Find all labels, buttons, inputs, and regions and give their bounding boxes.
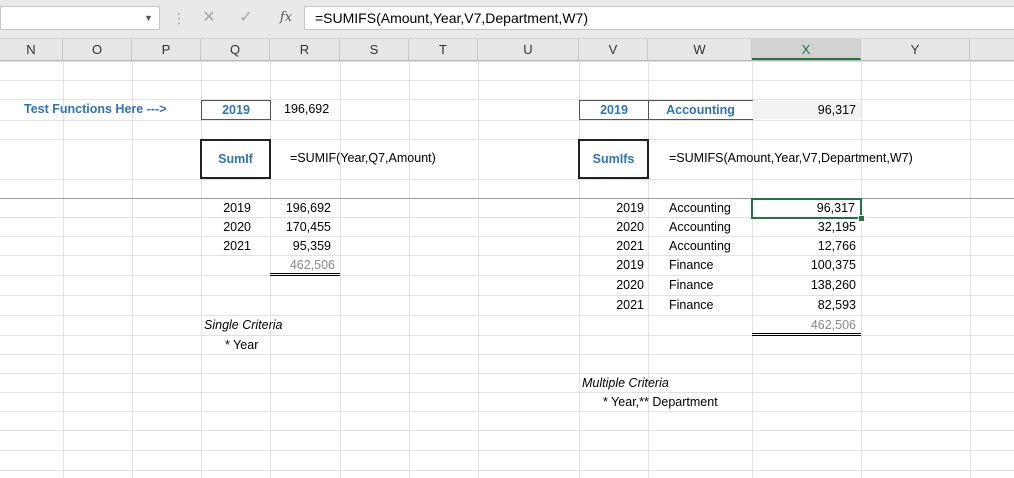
column-header-t[interactable]: T (409, 39, 478, 60)
sumifs-year-cell[interactable]: 2020 (579, 218, 649, 237)
column-header-r[interactable]: R (270, 39, 340, 60)
sumifs-department-input[interactable]: Accounting (648, 100, 753, 120)
column-header-v[interactable]: V (579, 39, 648, 60)
formula-input[interactable]: =SUMIFS(Amount,Year,V7,Department,W7) (304, 6, 1014, 30)
gridline (0, 373, 1014, 374)
single-criteria-detail[interactable]: * Year (221, 336, 321, 355)
sumifs-amount-cell[interactable]: 32,195 (752, 218, 861, 237)
gridline (478, 61, 479, 478)
multiple-criteria-detail[interactable]: * Year,** Department (599, 393, 779, 412)
single-criteria-note[interactable]: Single Criteria (200, 316, 330, 335)
sumifs-amount-cell[interactable]: 12,766 (752, 237, 861, 256)
gridline (0, 61, 1014, 62)
sumifs-result-cell[interactable]: 96,317 (752, 101, 861, 119)
sumif-total-cell[interactable]: 462,506 (270, 256, 340, 276)
enter-icon[interactable]: ✓ (236, 8, 256, 28)
column-header-o[interactable]: O (63, 39, 132, 60)
gridline (340, 61, 341, 478)
sumif-amount-cell[interactable]: 196,692 (270, 199, 336, 218)
gridline (132, 61, 133, 478)
sumif-year-cell[interactable]: 2019 (201, 199, 256, 218)
gridline (0, 411, 1014, 412)
sumifs-year-cell[interactable]: 2021 (579, 296, 649, 315)
gridline (0, 295, 1014, 296)
sumifs-amount-cell-selected[interactable]: 96,317 (751, 198, 862, 219)
sumif-year-cell[interactable]: 2020 (201, 218, 256, 237)
gridline (0, 139, 1014, 140)
gridline (0, 80, 1014, 81)
sumifs-formula-text[interactable]: =SUMIFS(Amount,Year,V7,Department,W7) (665, 149, 965, 168)
sumifs-dept-cell[interactable]: Accounting (665, 237, 755, 256)
gridline (0, 315, 1014, 316)
column-header-u[interactable]: U (478, 39, 579, 60)
column-headers: N O P Q R S T U V W X Y (0, 39, 1014, 61)
test-functions-label[interactable]: Test Functions Here ---> (24, 100, 200, 119)
gridline (0, 236, 1014, 237)
sumifs-year-cell[interactable]: 2021 (579, 237, 649, 256)
sumifs-amount-cell[interactable]: 100,375 (752, 256, 861, 275)
sumif-year-input[interactable]: 2019 (201, 100, 271, 120)
sumifs-dept-cell[interactable]: Finance (665, 276, 755, 295)
cancel-icon[interactable]: ✕ (199, 8, 219, 28)
gridline (0, 335, 1014, 336)
sumifs-dept-cell[interactable]: Accounting (665, 199, 755, 218)
sumifs-year-cell[interactable]: 2020 (579, 276, 649, 295)
formula-bar: ▼ ⋮ ✕ ✓ fx =SUMIFS(Amount,Year,V7,Depart… (0, 0, 1014, 39)
gridline (0, 255, 1014, 256)
name-box[interactable]: ▼ (0, 6, 160, 30)
worksheet-grid[interactable]: Test Functions Here ---> 2019 196,692 20… (0, 61, 1014, 478)
name-box-dropdown-icon[interactable]: ▼ (144, 13, 153, 23)
sumif-label-box[interactable]: SumIf (200, 139, 271, 179)
gridline (409, 61, 410, 478)
gridline (0, 120, 1014, 121)
insert-function-button[interactable]: fx (276, 8, 296, 28)
formula-bar-grip-icon[interactable]: ⋮ (172, 8, 186, 28)
sumifs-dept-cell[interactable]: Finance (665, 256, 755, 275)
sumifs-year-cell[interactable]: 2019 (579, 256, 649, 275)
sumifs-label-box[interactable]: SumIfs (578, 139, 649, 179)
sumifs-amount-cell[interactable]: 82,593 (752, 296, 861, 315)
gridline (201, 61, 202, 478)
sumifs-dept-cell[interactable]: Accounting (665, 218, 755, 237)
sumifs-total-cell[interactable]: 462,506 (752, 316, 861, 336)
sumif-result-cell[interactable]: 196,692 (280, 100, 340, 119)
column-header-n[interactable]: N (0, 39, 63, 60)
column-header-q[interactable]: Q (201, 39, 270, 60)
column-header-y[interactable]: Y (861, 39, 970, 60)
column-header-w[interactable]: W (648, 39, 752, 60)
column-header-x[interactable]: X (752, 39, 861, 60)
sumifs-year-input[interactable]: 2019 (579, 100, 649, 120)
gridline (63, 61, 64, 478)
sumifs-year-cell[interactable]: 2019 (579, 199, 649, 218)
sumif-year-cell[interactable]: 2021 (201, 237, 256, 256)
sumif-formula-text[interactable]: =SUMIF(Year,Q7,Amount) (286, 149, 486, 168)
gridline (0, 354, 1014, 355)
column-header-s[interactable]: S (340, 39, 409, 60)
gridline (0, 392, 1014, 393)
sumifs-dept-cell[interactable]: Finance (665, 296, 755, 315)
gridline (0, 450, 1014, 451)
gridline (0, 430, 1014, 431)
sumifs-amount-cell[interactable]: 138,260 (752, 276, 861, 295)
gridline (0, 470, 1014, 471)
multiple-criteria-note[interactable]: Multiple Criteria (578, 374, 728, 393)
gridline (0, 275, 1014, 276)
gridline (0, 179, 1014, 180)
gridline (861, 61, 862, 478)
gridline (970, 61, 971, 478)
sumif-amount-cell[interactable]: 95,359 (270, 237, 336, 256)
column-header-p[interactable]: P (132, 39, 201, 60)
sumif-amount-cell[interactable]: 170,455 (270, 218, 336, 237)
